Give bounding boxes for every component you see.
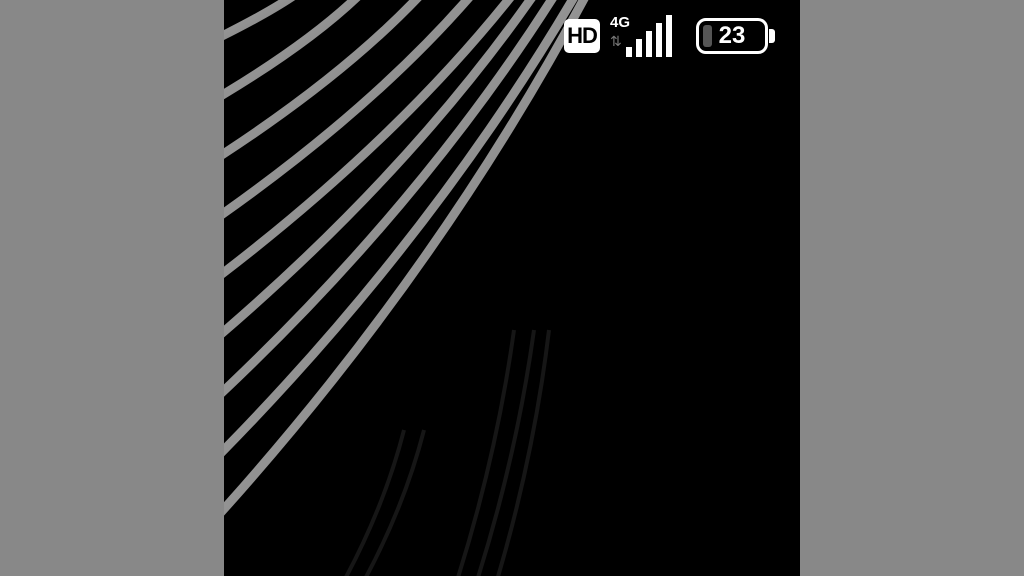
- wallpaper-faint-streak: [456, 329, 516, 576]
- wallpaper-faint-streak: [476, 329, 536, 576]
- battery-percent-label: 23: [718, 22, 746, 49]
- data-arrows-icon: ⇅: [610, 34, 622, 50]
- wallpaper-faint-streak: [364, 429, 426, 576]
- wallpaper: [224, 0, 589, 576]
- wallpaper-streak: [224, 0, 589, 516]
- wallpaper-faint-streak: [344, 429, 406, 576]
- network-indicator: 4G ⇅: [608, 13, 674, 59]
- wallpaper-streak: [224, 0, 296, 41]
- hd-voice-badge: HD: [564, 19, 600, 53]
- wallpaper-streaks: [224, 0, 589, 516]
- phone-screen: HD 4G ⇅ 23: [224, 0, 800, 576]
- wallpaper-faint-streak: [496, 329, 551, 576]
- status-bar: HD 4G ⇅ 23: [564, 12, 778, 60]
- letterbox-frame: HD 4G ⇅ 23: [0, 0, 1024, 576]
- wallpaper-streak: [224, 0, 361, 100]
- battery-indicator: 23: [696, 18, 778, 54]
- wallpaper-streak: [224, 0, 536, 338]
- battery-tip: [769, 29, 775, 43]
- signal-bars-icon: [626, 15, 672, 57]
- wallpaper-faint-streaks: [344, 329, 551, 576]
